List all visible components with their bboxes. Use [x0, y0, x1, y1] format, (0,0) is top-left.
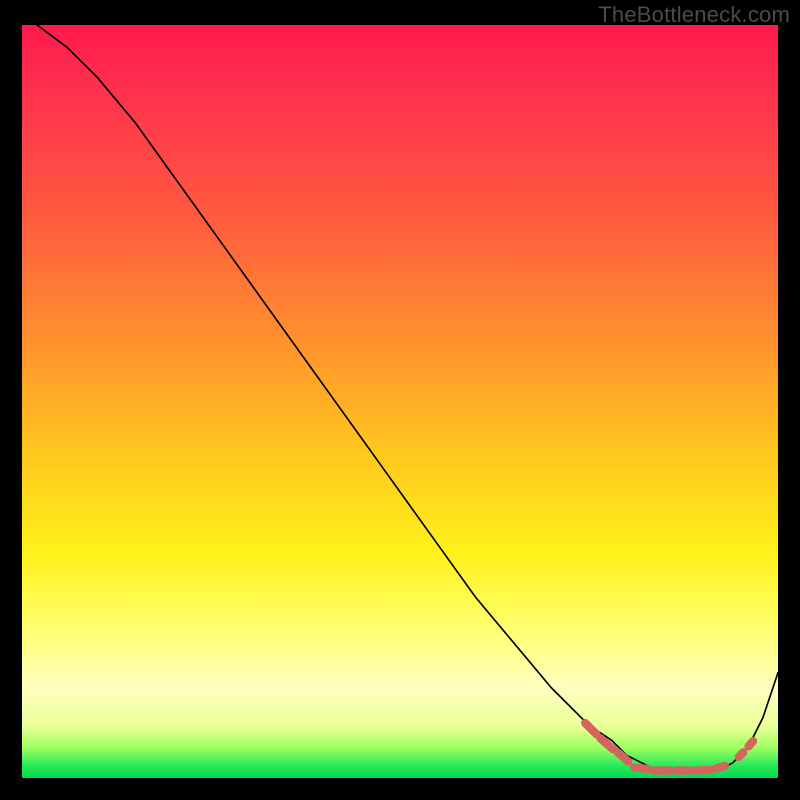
highlight-dash-right-2: [749, 741, 754, 746]
chart-frame: TheBottleneck.com: [0, 0, 800, 800]
bottleneck-curve-line: [37, 25, 778, 770]
highlight-dash-flat-1: [634, 767, 648, 769]
highlight-dash-left-3: [618, 752, 629, 761]
highlight-dash-flat-4: [696, 770, 711, 771]
curve-svg: [22, 25, 778, 778]
highlight-dash-left-1: [585, 723, 596, 734]
highlight-dash-right-1: [739, 752, 744, 757]
highlight-dash-flat-5: [717, 766, 725, 768]
chart-plot-area: [22, 25, 778, 778]
